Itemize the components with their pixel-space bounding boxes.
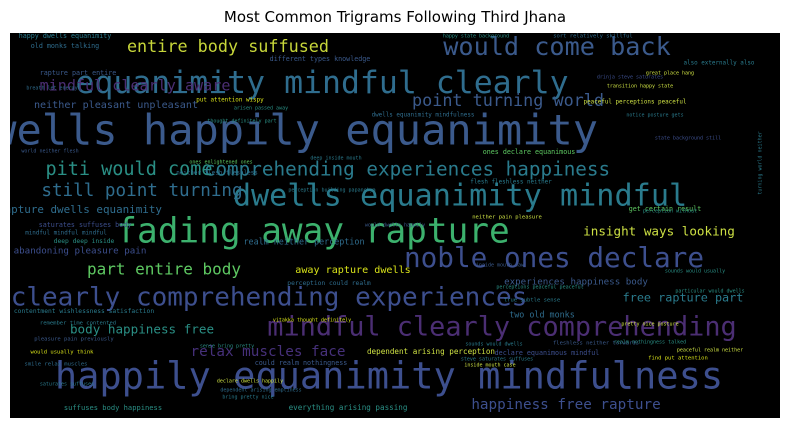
word-cloud-term: steve saturates suffuses (461, 357, 533, 363)
word-cloud-term: everything arising passing (289, 403, 408, 412)
word-cloud-term: point turning world (412, 90, 604, 110)
word-cloud-term: peaceful realm neither (677, 348, 743, 354)
word-cloud-term: abandoning pleasure pain (14, 246, 147, 257)
word-cloud-term: notice posture gets (626, 113, 683, 119)
word-cloud-term: dependent arising emptiness (220, 388, 301, 394)
word-cloud-term: declare dwells happily (217, 379, 283, 385)
word-cloud-term: drinja steve saturates (597, 75, 663, 81)
word-cloud-term: deep inside mouth (310, 156, 361, 162)
word-cloud-term: true subtle sense (504, 298, 560, 304)
word-cloud-term: noble ones declare (404, 241, 704, 274)
word-cloud-term: perception without (643, 209, 697, 215)
word-cloud-term: vitakka thought definitely (273, 318, 351, 324)
word-cloud-term: still point turning (41, 181, 242, 201)
word-cloud-term: dependent arising perception (367, 347, 495, 356)
word-cloud-term: comprehending experiences happiness (204, 158, 610, 181)
word-cloud-term: bring pretty nice (222, 395, 273, 401)
word-cloud-term: sounds would dwells (465, 342, 522, 348)
word-cloud-term: realm nothingness talked (614, 340, 686, 346)
word-cloud-term: realm neither perception (243, 237, 364, 247)
word-cloud-term: find put attention (648, 356, 708, 362)
word-cloud-term: perceptions peaceful peaceful (496, 285, 583, 291)
word-cloud-term: perception could realm (287, 280, 371, 287)
word-cloud-term: dwells equanimity mindful (233, 179, 687, 214)
word-cloud-term: state background still (655, 136, 721, 142)
word-cloud-term: insight ways looking (583, 224, 735, 239)
word-cloud-term: saturates suffuses body (39, 221, 132, 229)
word-cloud-term: happy state background (443, 34, 509, 40)
word-cloud-term: piti would come (45, 159, 212, 180)
word-cloud-term: rapture part entire (40, 69, 117, 77)
word-cloud-canvas: dwells happily equanimityhappily equanim… (10, 33, 764, 413)
word-cloud-term: deep deep inside (54, 238, 115, 245)
word-cloud-term: remember time contented (40, 321, 116, 327)
word-cloud-term: world neither flesh (21, 149, 78, 155)
word-cloud-term: mindful mindful mindful (25, 231, 107, 237)
word-cloud-term: sort relatively skillful (553, 34, 632, 40)
word-cloud-term: transition happy state (607, 84, 673, 90)
word-cloud-term: suffuses body happiness (64, 403, 162, 412)
word-cloud-term: happily equanimity mindfulness (55, 355, 723, 398)
chart-title: Most Common Trigrams Following Third Jha… (223, 8, 567, 26)
word-cloud-term: different types knowledge (270, 55, 371, 63)
word-cloud-term: turning world neither (758, 131, 764, 194)
word-cloud-term: could realm nothingness (255, 359, 348, 367)
word-cloud-term: flesh fleshless neither (470, 180, 552, 186)
word-cloud-term: thought definitely part (207, 119, 276, 125)
word-cloud-term: would dwells happily (365, 223, 425, 229)
word-cloud-term: entire body suffused (127, 36, 329, 56)
word-cloud-term: dwells equanimity mindfulness (372, 113, 475, 119)
word-cloud-term: sounds would usually (665, 269, 725, 275)
word-cloud-term: saturates suffuses (40, 382, 94, 388)
word-cloud-term: happy dwells equanimity (19, 33, 112, 40)
word-cloud-term: perception building papanchya (288, 188, 375, 194)
word-cloud-term: neither pleasant unpleasant (34, 100, 198, 111)
word-cloud-term: ones declare equanimous (483, 148, 576, 156)
word-cloud-term: would usually think (31, 350, 95, 356)
word-cloud-term: pretty nice posture (621, 322, 678, 328)
word-cloud-term: part entire body (87, 260, 241, 279)
word-cloud-term: peaceful perceptions peaceful (584, 100, 687, 106)
word-cloud-term: away rapture dwells (295, 265, 410, 276)
word-cloud-term: put attention wispy (196, 98, 264, 104)
word-cloud-term: neither pain pleasure (472, 215, 542, 221)
word-cloud-term: old monks talking (31, 42, 99, 50)
word-cloud-term: inside mouth saw (476, 263, 525, 269)
word-cloud-term: neither flesh fleshless (176, 171, 258, 177)
word-cloud-term: ones enlightened ones (189, 160, 252, 166)
word-cloud-term: arisen passed away (234, 106, 288, 112)
word-cloud-term: two old monks (509, 310, 575, 320)
word-cloud-term: inside mouth case (464, 363, 515, 369)
word-cloud-term: contentment wishlessness satisfaction (14, 308, 154, 315)
word-cloud-term: pleasure pain previously (34, 337, 114, 343)
word-cloud-term: also externally also (684, 61, 755, 67)
word-cloud: dwells happily equanimity happily equanim… (10, 33, 780, 418)
word-cloud-term: breath let energy (26, 86, 77, 92)
word-cloud-term: happiness free rapture (471, 397, 660, 413)
word-cloud-term: sense bring pretty (200, 344, 254, 350)
word-cloud-term: smile relax muscles (25, 362, 88, 368)
word-cloud-term: rapture dwells equanimity (10, 203, 162, 216)
word-cloud-term: particular would dwells (675, 289, 744, 295)
